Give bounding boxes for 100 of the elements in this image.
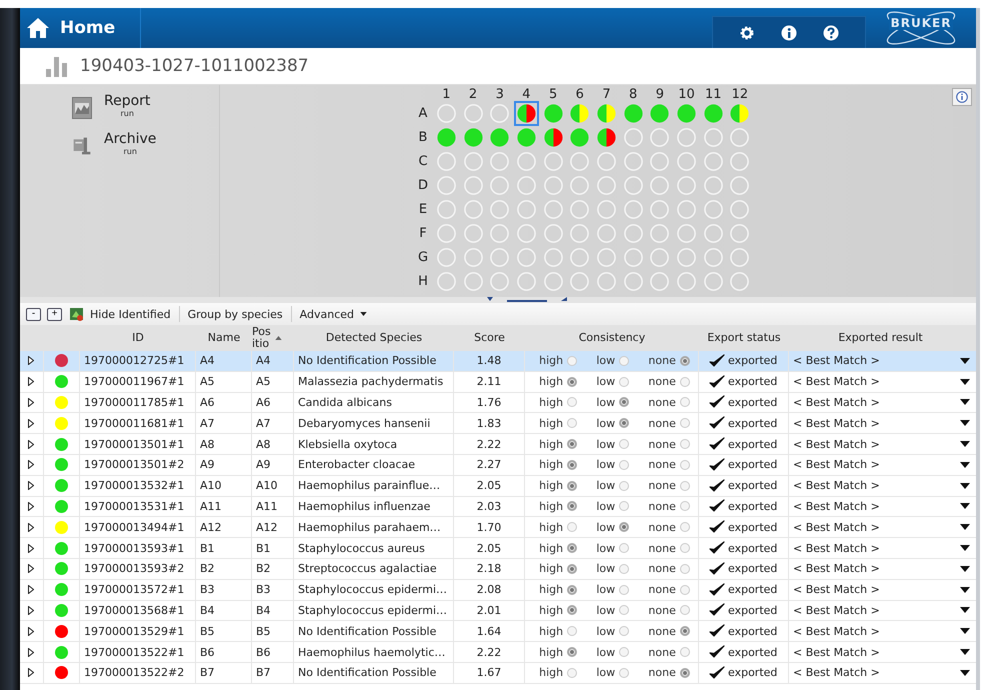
empty-well[interactable] [436,270,457,292]
column-header[interactable]: Score [474,332,505,344]
empty-well[interactable] [676,126,698,148]
empty-well[interactable] [676,246,698,268]
empty-well[interactable] [542,174,564,196]
empty-well[interactable] [436,102,457,124]
radio-button[interactable] [680,647,690,658]
expand-row-icon[interactable] [28,522,34,532]
sample-well[interactable] [649,102,670,124]
expand-row-icon[interactable] [28,502,34,511]
radio-button[interactable] [567,605,578,616]
radio-button[interactable] [680,543,690,554]
empty-well[interactable] [596,174,617,196]
table-row[interactable]: 197000013501#1 A8 A8 Klebsiella oxytoca 2.22 high low none exported < Best Match > [20,434,976,455]
sample-well[interactable] [622,102,644,124]
radio-button[interactable] [567,668,578,678]
table-row[interactable]: 197000013529#1 B5 B5 No Identification Possible 1.64 high low none exported < Best Match > [20,621,976,642]
empty-well[interactable] [649,126,670,148]
archive-icon[interactable] [72,135,92,157]
empty-well[interactable] [702,150,724,172]
radio-button[interactable] [567,501,578,512]
result-cell[interactable]: < Best Match > [793,375,880,388]
radio-button[interactable] [619,376,630,387]
sort-ascending-icon[interactable] [274,336,282,340]
radio-button[interactable] [680,501,690,512]
radio-button[interactable] [567,356,578,366]
result-cell[interactable]: < Best Match > [793,583,880,596]
radio-button[interactable] [680,376,690,387]
empty-well[interactable] [569,222,590,244]
empty-well[interactable] [569,270,590,292]
expand-row-icon[interactable] [28,564,34,574]
radio-button[interactable] [680,356,690,366]
radio-button[interactable] [680,626,690,636]
empty-well[interactable] [622,174,644,196]
info-icon[interactable] [781,24,797,40]
empty-well[interactable] [489,270,510,292]
advanced-dropdown[interactable]: Advanced [298,308,369,320]
table-row[interactable]: 197000012725#1 A4 A4 No Identification Possible 1.48 high low none exported < Best Match > [20,351,976,372]
table-row[interactable]: 197000013532#1 A10 A10 Haemophilus parainflue… 2.05 high low none exported < Best Match > [20,476,976,497]
radio-button[interactable] [680,397,690,408]
radio-button[interactable] [680,584,690,595]
result-cell[interactable]: < Best Match > [793,542,880,555]
result-cell[interactable]: < Best Match > [793,624,880,638]
column-header[interactable]: Pos itio [252,326,271,350]
empty-well[interactable] [729,126,750,148]
empty-well[interactable] [462,174,484,196]
radio-button[interactable] [619,647,630,658]
expand-row-icon[interactable] [28,606,34,615]
radio-button[interactable] [567,564,578,574]
sample-well[interactable] [676,102,698,124]
table-row[interactable]: 197000011681#1 A7 A7 Debaryomyces hansenii 1.83 high low none exported < Best Match > [20,413,976,434]
radio-button[interactable] [567,397,578,408]
radio-button[interactable] [567,480,578,491]
sample-well[interactable] [569,102,590,124]
empty-well[interactable] [516,150,537,172]
sample-well[interactable] [516,126,537,148]
dropdown-caret-icon[interactable] [960,378,970,385]
hide-identified-button[interactable]: Hide Identified [68,307,173,321]
empty-well[interactable] [622,150,644,172]
table-row[interactable]: 197000013494#1 A12 A12 Haemophilus parahaem… 1.70 high low none exported < Best Match > [20,517,976,538]
radio-button[interactable] [567,647,578,658]
dropdown-caret-icon[interactable] [960,607,970,614]
empty-well[interactable] [516,270,537,292]
empty-well[interactable] [542,246,564,268]
column-header[interactable]: ID [132,332,144,344]
column-header[interactable]: Name [208,332,240,344]
empty-well[interactable] [489,246,510,268]
result-cell[interactable]: < Best Match > [793,416,880,430]
sample-well[interactable] [436,126,457,148]
action-label[interactable]: Archive [104,131,156,147]
dropdown-caret-icon[interactable] [960,670,970,676]
sample-well[interactable] [542,102,564,124]
expand-row-icon[interactable] [28,626,34,636]
sample-well[interactable] [462,126,484,148]
empty-well[interactable] [622,198,644,220]
result-cell[interactable]: < Best Match > [793,396,880,409]
splitter-handle-icon[interactable] [487,297,567,303]
empty-well[interactable] [702,126,724,148]
sample-well[interactable] [729,102,750,124]
radio-button[interactable] [567,522,578,532]
result-cell[interactable]: < Best Match > [793,479,880,492]
result-cell[interactable]: < Best Match > [793,520,880,534]
empty-well[interactable] [489,174,510,196]
result-cell[interactable]: < Best Match > [793,646,880,659]
result-cell[interactable]: < Best Match > [793,458,880,472]
column-header[interactable]: Exported result [838,332,923,344]
empty-well[interactable] [702,174,724,196]
table-row[interactable]: 197000013593#1 B1 B1 Staphylococcus aureus 2.05 high low none exported < Best Match > [20,538,976,559]
empty-well[interactable] [596,246,617,268]
sample-well[interactable] [596,126,617,148]
empty-well[interactable] [516,246,537,268]
empty-well[interactable] [729,270,750,292]
sample-well[interactable] [489,126,510,148]
empty-well[interactable] [649,198,670,220]
radio-button[interactable] [619,439,630,450]
empty-well[interactable] [436,246,457,268]
empty-well[interactable] [596,222,617,244]
radio-button[interactable] [680,668,690,678]
empty-well[interactable] [676,270,698,292]
empty-well[interactable] [622,246,644,268]
